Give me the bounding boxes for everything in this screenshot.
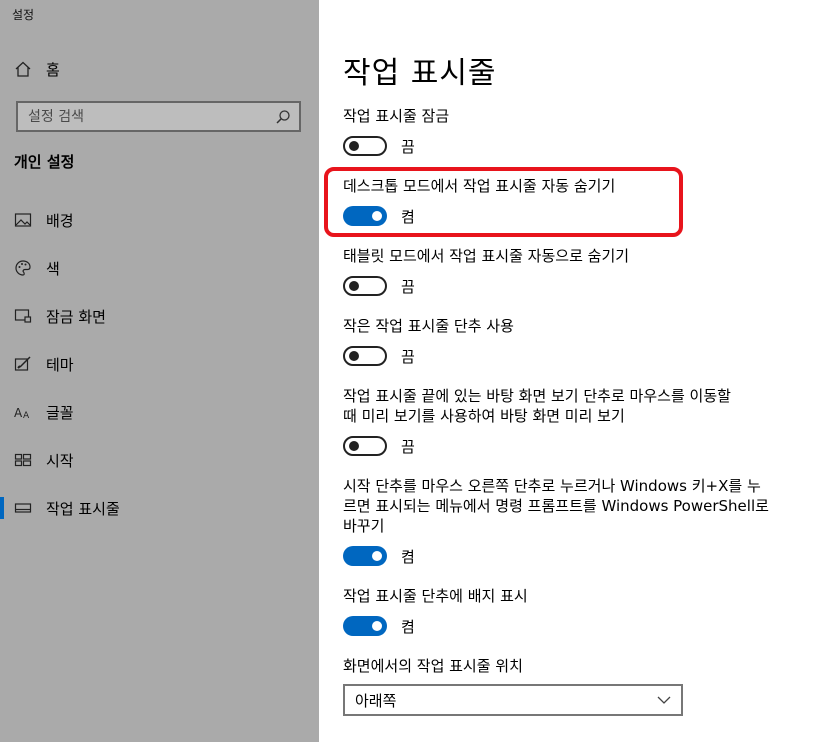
setting-label-line: 르면 표시되는 메뉴에서 명령 프롬프트를 Windows PowerShell… bbox=[343, 497, 769, 515]
sidebar-item-lock-screen[interactable]: 잠금 화면 bbox=[0, 296, 319, 336]
toggle-lock-taskbar[interactable]: 끔 bbox=[343, 136, 415, 156]
toggle-state-label: 켬 bbox=[401, 207, 415, 226]
setting-label-small-buttons: 작은 작업 표시줄 단추 사용 bbox=[343, 317, 514, 335]
main-content: 작업 표시줄 작업 표시줄 잠금 끔 데스크톱 모드에서 작업 표시줄 자동 숨… bbox=[319, 0, 814, 742]
sidebar-item-fonts[interactable]: AA 글꼴 bbox=[0, 392, 319, 432]
toggle-small-buttons[interactable]: 끔 bbox=[343, 346, 415, 366]
toggle-switch[interactable] bbox=[343, 616, 387, 636]
toggle-switch[interactable] bbox=[343, 436, 387, 456]
toggle-state-label: 끔 bbox=[401, 277, 415, 296]
lock-screen-icon bbox=[14, 307, 32, 325]
toggle-state-label: 끔 bbox=[401, 137, 415, 156]
search-input[interactable] bbox=[28, 108, 275, 125]
setting-label-line: 시작 단추를 마우스 오른쪽 단추로 누르거나 Windows 키+X를 누 bbox=[343, 477, 761, 495]
svg-text:A: A bbox=[14, 406, 23, 420]
setting-label-powershell: 시작 단추를 마우스 오른쪽 단추로 누르거나 Windows 키+X를 누 르… bbox=[343, 476, 788, 536]
sidebar-item-home[interactable]: 홈 bbox=[14, 58, 60, 80]
setting-label-peek: 작업 표시줄 끝에 있는 바탕 화면 보기 단추로 마우스를 이동할 때 미리 … bbox=[343, 386, 788, 426]
taskbar-icon bbox=[14, 499, 32, 517]
setting-label-lock-taskbar: 작업 표시줄 잠금 bbox=[343, 107, 450, 125]
sidebar-item-label: 배경 bbox=[46, 211, 74, 230]
toggle-badges[interactable]: 켬 bbox=[343, 616, 415, 636]
sidebar-item-label: 색 bbox=[46, 259, 60, 278]
sidebar-item-start[interactable]: 시작 bbox=[0, 440, 319, 480]
toggle-switch[interactable] bbox=[343, 276, 387, 296]
toggle-state-label: 끔 bbox=[401, 347, 415, 366]
svg-text:A: A bbox=[23, 411, 30, 421]
toggle-auto-hide-desktop[interactable]: 켬 bbox=[343, 206, 415, 226]
window-title: 설정 bbox=[12, 8, 35, 22]
setting-label-auto-hide-tablet: 태블릿 모드에서 작업 표시줄 자동으로 숨기기 bbox=[343, 247, 630, 265]
sidebar-item-label: 잠금 화면 bbox=[46, 307, 106, 326]
toggle-auto-hide-tablet[interactable]: 끔 bbox=[343, 276, 415, 296]
sidebar-item-theme[interactable]: 테마 bbox=[0, 344, 319, 384]
sidebar: 설정 홈 개인 설정 배경 색 잠금 화면 테마 AA 글꼴 시작 작업 표시줄 bbox=[0, 0, 319, 742]
section-header: 개인 설정 bbox=[14, 153, 75, 171]
sidebar-item-taskbar[interactable]: 작업 표시줄 bbox=[0, 488, 319, 528]
toggle-switch[interactable] bbox=[343, 346, 387, 366]
toggle-state-label: 끔 bbox=[401, 437, 415, 456]
chevron-down-icon bbox=[657, 696, 671, 704]
setting-label-auto-hide-desktop: 데스크톱 모드에서 작업 표시줄 자동 숨기기 bbox=[343, 177, 616, 195]
image-icon bbox=[14, 211, 32, 229]
theme-icon bbox=[14, 355, 32, 373]
setting-label-line: 작업 표시줄 끝에 있는 바탕 화면 보기 단추로 마우스를 이동할 bbox=[343, 387, 731, 405]
taskbar-position-dropdown[interactable]: 아래쪽 bbox=[343, 684, 683, 716]
font-icon: AA bbox=[14, 403, 32, 421]
toggle-switch[interactable] bbox=[343, 546, 387, 566]
sidebar-item-label: 테마 bbox=[46, 355, 74, 374]
sidebar-item-label: 글꼴 bbox=[46, 403, 74, 422]
setting-label-position: 화면에서의 작업 표시줄 위치 bbox=[343, 657, 523, 675]
search-box[interactable] bbox=[16, 101, 301, 132]
toggle-switch[interactable] bbox=[343, 136, 387, 156]
sidebar-item-background[interactable]: 배경 bbox=[0, 200, 319, 240]
search-icon[interactable] bbox=[275, 109, 291, 125]
start-icon bbox=[14, 451, 32, 469]
sidebar-item-label: 작업 표시줄 bbox=[46, 499, 120, 518]
palette-icon bbox=[14, 259, 32, 277]
home-icon bbox=[15, 61, 31, 77]
sidebar-item-label: 홈 bbox=[46, 60, 60, 79]
toggle-state-label: 켬 bbox=[401, 617, 415, 636]
toggle-peek[interactable]: 끔 bbox=[343, 436, 415, 456]
sidebar-item-label: 시작 bbox=[46, 451, 74, 470]
setting-label-line: 때 미리 보기를 사용하여 바탕 화면 미리 보기 bbox=[343, 407, 625, 425]
sidebar-item-color[interactable]: 색 bbox=[0, 248, 319, 288]
toggle-state-label: 켬 bbox=[401, 547, 415, 566]
setting-label-badges: 작업 표시줄 단추에 배지 표시 bbox=[343, 587, 528, 605]
dropdown-value: 아래쪽 bbox=[355, 691, 397, 710]
setting-label-line: 바꾸기 bbox=[343, 517, 385, 535]
toggle-switch[interactable] bbox=[343, 206, 387, 226]
page-title: 작업 표시줄 bbox=[343, 56, 497, 91]
toggle-powershell[interactable]: 켬 bbox=[343, 546, 415, 566]
